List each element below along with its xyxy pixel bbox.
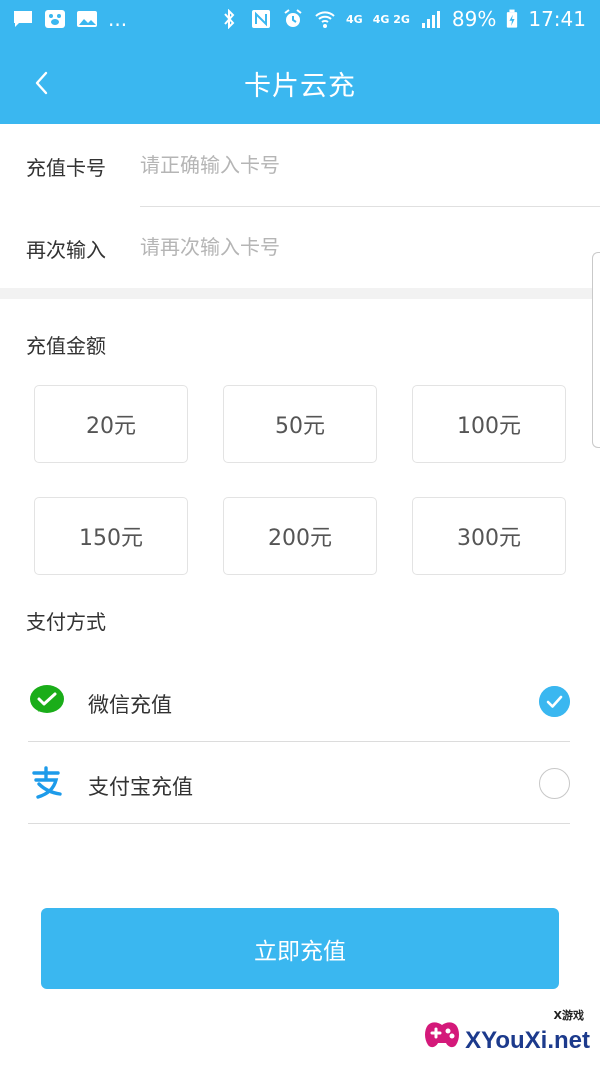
payment-option-wechat[interactable]: 微信充值 xyxy=(28,660,570,742)
payment-option-alipay[interactable]: 支付宝充值 xyxy=(28,742,570,824)
recharge-now-button[interactable]: 立即充值 xyxy=(41,908,559,989)
bluetooth-icon xyxy=(224,9,235,29)
amount-section-title: 充值金额 xyxy=(26,334,106,358)
card-confirm-label: 再次输入 xyxy=(26,238,106,262)
more-notifications: ... xyxy=(108,7,128,31)
title-bar: 卡片云充 xyxy=(0,42,600,124)
watermark-small-text: X游戏 xyxy=(553,1009,584,1022)
payment-section-title: 支付方式 xyxy=(26,610,106,634)
wechat-pay-label: 微信充值 xyxy=(88,693,172,717)
amount-option-100[interactable]: 100元 xyxy=(412,385,566,463)
network-4g-2g-label: 4G 2G xyxy=(372,12,410,26)
wechat-pay-icon xyxy=(30,685,64,713)
alipay-icon xyxy=(32,766,62,799)
card-number-label: 充值卡号 xyxy=(26,156,106,180)
battery-percent: 89% xyxy=(451,7,497,31)
watermark-text: XYouXi.net xyxy=(465,1027,590,1054)
page-title: 卡片云充 xyxy=(244,71,356,102)
wifi-icon xyxy=(315,11,335,28)
battery-charging-icon xyxy=(507,9,518,28)
network-4g-label: 4G xyxy=(346,12,363,26)
alarm-icon xyxy=(284,9,302,27)
amount-option-150[interactable]: 150元 xyxy=(34,497,188,575)
nfc-icon xyxy=(252,10,271,28)
xyouxi-watermark: X游戏 XYouXi.net xyxy=(420,1009,590,1055)
baidu-icon xyxy=(45,10,65,28)
amount-option-50[interactable]: 50元 xyxy=(223,385,377,463)
card-confirm-row: 再次输入 xyxy=(0,206,600,290)
amount-option-20[interactable]: 20元 xyxy=(34,385,188,463)
gamepad-logo-icon xyxy=(425,1022,459,1048)
notification-icons: ... xyxy=(12,9,127,29)
alipay-label: 支付宝充值 xyxy=(88,775,193,799)
clock: 17:41 xyxy=(528,7,586,31)
amount-option-300[interactable]: 300元 xyxy=(412,497,566,575)
card-number-input[interactable] xyxy=(140,142,580,188)
alipay-radio-unselected[interactable] xyxy=(539,768,570,799)
floating-side-handle[interactable] xyxy=(592,252,600,448)
amount-option-200[interactable]: 200元 xyxy=(223,497,377,575)
card-number-row: 充值卡号 xyxy=(0,124,600,208)
wechat-selected-check-icon[interactable] xyxy=(539,686,570,717)
gallery-icon xyxy=(77,11,97,27)
section-separator xyxy=(0,288,600,299)
payment-divider xyxy=(28,823,570,824)
card-confirm-input[interactable] xyxy=(140,224,580,270)
status-bar: ... 4G 4G 2G 89% 17:41 xyxy=(0,0,600,42)
message-icon xyxy=(14,11,32,27)
system-icons: 4G 4G 2G 89% 17:41 xyxy=(218,7,586,31)
signal-icon xyxy=(421,11,440,28)
